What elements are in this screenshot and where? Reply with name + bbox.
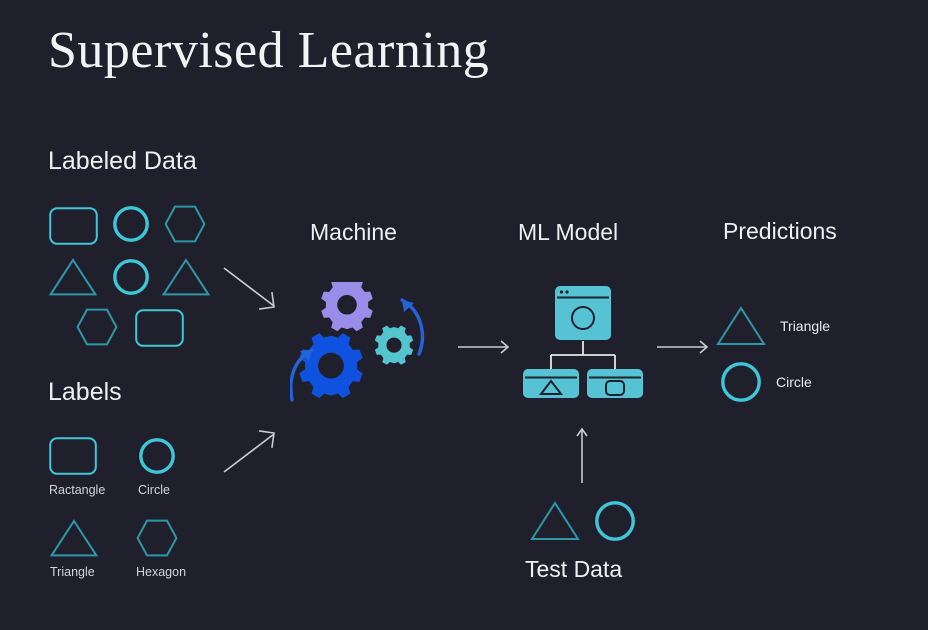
ml-model-child-node-triangle [523,369,579,398]
label-item-hexagon: Hexagon [136,519,186,581]
arrow-labels-to-machine [222,426,282,479]
ml-model-heading: ML Model [518,219,619,245]
labels-heading: Labels [48,378,122,406]
page-title: Supervised Learning [48,22,490,79]
labeled-data-shape-hexagon [76,308,118,346]
circle-icon [112,258,150,296]
label-item-ractangle: Ractangle [49,437,105,499]
circle-icon [138,437,176,475]
labeled-data-shape-circle [112,258,150,296]
triangle-icon [48,258,98,296]
labeled-data-shape-rounded-rectangle [49,207,98,245]
label-caption: Hexagon [136,565,187,579]
labeled-data-shape-triangle [161,258,211,296]
test-data-label: Test Data [525,556,623,582]
predictions-heading: Predictions [723,218,837,244]
circle-icon [112,205,150,243]
ml-model-root-node [555,286,611,340]
rounded-rectangle-icon [49,437,105,475]
labeled-data-shape-rounded-rectangle [135,309,184,347]
machine-heading: Machine [310,219,397,245]
arrow-test-data-to-ml-model [573,425,591,488]
prediction-caption: Triangle [780,318,831,334]
labeled-data-shape-circle [112,205,150,243]
arrow-labeled-data-to-machine [222,266,282,319]
gear-purple-icon [321,278,373,332]
ml-model-child-node-rounded-square [587,369,643,398]
prediction-item-triangle: Triangle [716,306,830,346]
label-caption: Ractangle [49,483,106,497]
gear-teal-icon [374,325,414,365]
rounded-rectangle-icon [135,309,184,347]
hexagon-icon [136,519,186,557]
labeled-data-shape-triangle [48,258,98,296]
label-caption: Triangle [50,565,95,579]
rounded-rectangle-icon [49,207,98,245]
ml-model-tree-illustration [518,285,648,405]
arrow-machine-to-ml-model [458,338,514,361]
triangle-icon [49,519,99,557]
triangle-icon [530,501,580,541]
label-item-triangle: Triangle [49,519,99,581]
circle-icon [720,361,762,403]
triangle-icon [161,258,211,296]
labeled-data-heading: Labeled Data [48,147,197,175]
machine-gears-illustration [289,278,440,422]
test-data-shapes [530,500,636,542]
hexagon-icon [164,205,206,243]
prediction-item-circle: Circle [720,361,812,403]
gear-blue-icon [299,333,363,399]
label-caption: Circle [138,483,170,497]
label-item-circle: Circle [138,437,176,499]
arrow-ml-model-to-predictions [657,338,713,361]
labeled-data-shape-hexagon [164,205,206,243]
prediction-caption: Circle [776,374,812,390]
triangle-icon [716,306,766,346]
hexagon-icon [76,308,118,346]
slide-canvas: Supervised Learning Labeled Data Labels … [0,0,928,630]
circle-icon [594,500,636,542]
